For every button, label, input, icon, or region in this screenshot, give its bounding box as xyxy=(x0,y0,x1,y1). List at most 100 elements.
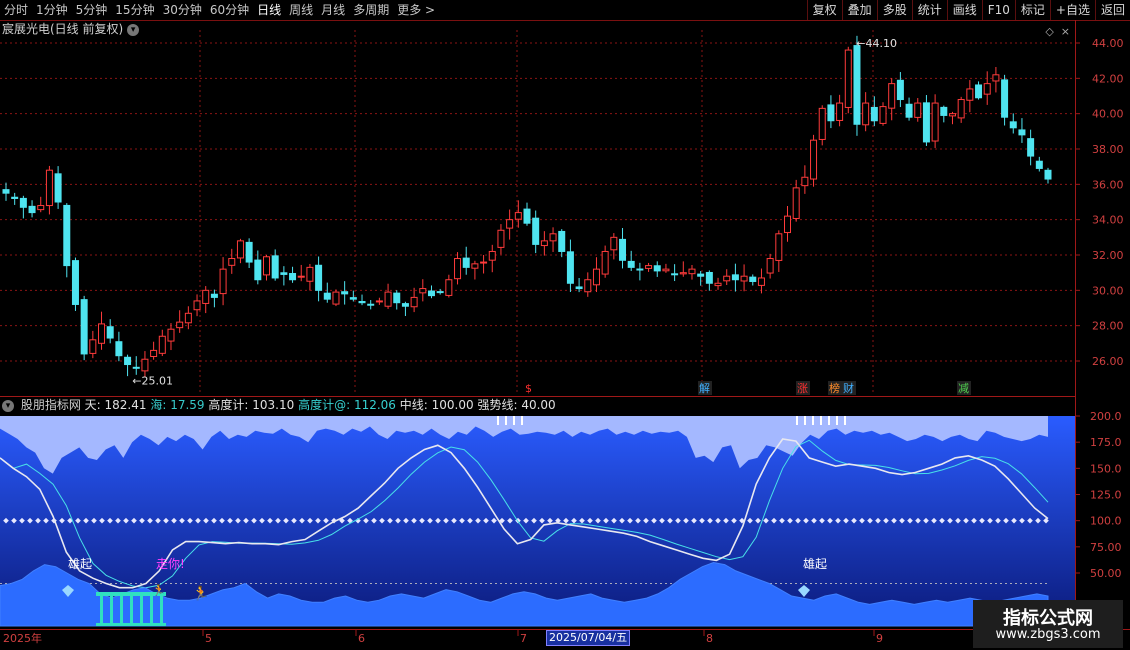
price-tick-label: 40.00 xyxy=(1092,108,1124,121)
candle-body xyxy=(948,113,956,117)
indicator-tick-label: 200.0 xyxy=(1090,410,1122,423)
diamond-icon[interactable]: ◇ xyxy=(1045,25,1053,38)
candle-body xyxy=(705,271,713,284)
chevron-down-icon[interactable]: ▾ xyxy=(2,399,14,412)
candle-body xyxy=(132,366,140,369)
indicator-tick-label: 100.0 xyxy=(1090,515,1122,528)
cai-marker: 财 xyxy=(843,381,854,395)
stock-title: 宸展光电(日线 前复权) xyxy=(2,22,124,36)
candle-body xyxy=(723,275,731,282)
candle-body xyxy=(306,266,314,282)
signal-tick xyxy=(844,416,846,425)
candle-body xyxy=(766,258,774,274)
candle-body xyxy=(80,299,88,355)
candle-body xyxy=(671,273,679,276)
candle-body xyxy=(1001,79,1009,118)
candle-body xyxy=(784,215,791,234)
candle-body xyxy=(28,205,36,214)
candle-body xyxy=(879,106,887,124)
candle-body xyxy=(792,187,800,220)
close-icon[interactable]: × xyxy=(1061,25,1070,38)
candle-body xyxy=(271,255,279,279)
candle-body xyxy=(1027,138,1035,157)
candle-body xyxy=(992,74,1000,82)
price-tick-label: 34.00 xyxy=(1092,214,1124,227)
price-tick-label: 38.00 xyxy=(1092,143,1124,156)
candle-body xyxy=(540,240,548,247)
candle-body xyxy=(896,79,904,101)
zhang-marker: 涨 xyxy=(797,382,808,395)
candle-body xyxy=(662,268,670,272)
candle-body xyxy=(514,212,522,220)
candle-body xyxy=(740,275,748,282)
candle-body xyxy=(914,102,922,118)
axis-divider xyxy=(1075,20,1076,630)
indicator-name[interactable]: 股朋指标网 xyxy=(21,398,81,412)
candle-body xyxy=(436,291,444,294)
bang-marker: 榜 xyxy=(829,381,840,395)
candle-body xyxy=(158,335,166,354)
indicator-tick-label: 75.00 xyxy=(1090,541,1122,554)
candle-body xyxy=(697,273,705,277)
candle-body xyxy=(263,256,270,276)
candle-body xyxy=(801,176,809,187)
candle-body xyxy=(150,349,158,357)
candle-body xyxy=(410,296,418,308)
gdj2-value: 高度计@: 112.06 xyxy=(298,398,396,412)
date-axis: 2025年 5 6 7 8 9 xyxy=(3,630,883,645)
candle-body xyxy=(619,238,627,261)
candle-body xyxy=(54,173,62,203)
candle-body xyxy=(679,272,687,275)
signal-tick xyxy=(828,416,830,425)
candle-body xyxy=(827,104,835,122)
candle-body xyxy=(115,341,123,357)
watermark-line2: www.zbgs3.com xyxy=(995,627,1101,642)
pillar-icon xyxy=(110,595,113,625)
candle-body xyxy=(610,236,618,251)
candle-body xyxy=(11,196,19,199)
month-label: 9 xyxy=(876,632,883,645)
candle-body xyxy=(106,326,114,339)
candle-body xyxy=(601,250,609,275)
indicator-tick-label: 175.0 xyxy=(1090,436,1122,449)
candle-body xyxy=(983,83,991,95)
candle-body xyxy=(297,275,305,278)
hai-value: 海: 17.59 xyxy=(150,398,205,412)
signal-tick xyxy=(513,416,515,425)
signal-tick xyxy=(505,416,507,425)
candle-body xyxy=(931,102,939,142)
price-tick-label: 36.00 xyxy=(1092,178,1124,191)
month-label: 5 xyxy=(205,632,212,645)
candle-body xyxy=(966,88,974,101)
candle-body xyxy=(393,292,401,304)
candle-body xyxy=(280,272,288,275)
candle-body xyxy=(480,261,488,264)
tian-value: 天: 182.41 xyxy=(84,398,147,412)
signal-tick xyxy=(796,416,798,425)
candle-body xyxy=(940,106,948,116)
candle-body xyxy=(401,303,409,307)
chevron-down-icon[interactable]: ▾ xyxy=(127,23,140,36)
candle-body xyxy=(167,328,175,342)
candle-body xyxy=(645,265,653,269)
signal-tick xyxy=(521,416,523,425)
price-tick-label: 32.00 xyxy=(1092,249,1124,262)
kline-chart[interactable]: ←44.10 ←25.01 $ 解 涨 榜财 减 44.00 42.00 40.00 38.00 3… xyxy=(0,0,1130,650)
candle-body xyxy=(653,265,661,272)
signal-tick xyxy=(820,416,822,425)
candle-body xyxy=(471,263,479,269)
candle-body xyxy=(688,268,696,275)
zx-value: 中线: 100.00 xyxy=(399,398,474,412)
candle-body xyxy=(184,312,192,324)
candle-body xyxy=(592,268,600,286)
candle-body xyxy=(89,339,97,354)
candle-body xyxy=(506,219,514,229)
chart-controls: ◇ × xyxy=(1045,25,1070,38)
candle-body xyxy=(1035,160,1043,169)
candle-body xyxy=(775,233,783,261)
pillar-icon xyxy=(140,595,143,625)
candle-body xyxy=(37,205,45,211)
candle-body xyxy=(367,303,375,306)
indicator-tick-label: 50.00 xyxy=(1090,567,1122,580)
rise-label: 雄起 xyxy=(68,556,92,571)
